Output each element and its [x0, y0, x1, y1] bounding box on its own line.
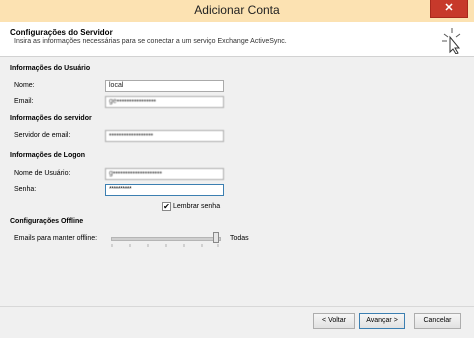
server-label: Servidor de email: — [14, 132, 71, 139]
emails-offline-label: Emails para manter offline: — [14, 235, 98, 242]
server-input[interactable]: •••••••••••••••••• — [105, 130, 224, 142]
password-label: Senha: — [14, 186, 37, 193]
logon-info-heading: Informações de Logon — [10, 152, 86, 159]
window-title: Adicionar Conta — [194, 3, 280, 17]
user-info-heading: Informações do Usuário — [10, 65, 91, 72]
password-input[interactable]: ********** — [105, 184, 224, 196]
username-label: Nome de Usuário: — [14, 170, 71, 177]
slider-ticks — [111, 244, 219, 247]
next-button[interactable]: Avançar > — [359, 313, 405, 329]
server-info-heading: Informações do servidor — [10, 115, 92, 122]
cancel-button[interactable]: Cancelar — [414, 313, 461, 329]
name-input[interactable]: local — [105, 80, 224, 92]
offline-slider-track[interactable] — [111, 237, 221, 241]
close-button[interactable]: ✕ — [430, 0, 468, 18]
header-title: Configurações do Servidor — [10, 28, 113, 37]
back-button[interactable]: < Voltar — [313, 313, 355, 329]
remember-password-label: Lembrar senha — [173, 203, 221, 210]
footer-divider — [0, 306, 474, 307]
name-label: Nome: — [14, 82, 35, 89]
header-subtitle: Insira as informações necessárias para s… — [14, 38, 287, 45]
username-input[interactable]: g•••••••••••••••••••• — [105, 168, 224, 180]
cursor-click-icon — [442, 28, 461, 54]
title-bar: Adicionar Conta ✕ — [0, 0, 474, 23]
email-label: Email: — [14, 98, 34, 105]
offline-heading: Configurações Offline — [10, 218, 84, 225]
offline-slider-thumb[interactable] — [213, 232, 219, 243]
email-input[interactable]: ge•••••••••••••••• — [105, 96, 224, 108]
remember-password-checkbox[interactable]: ✔ — [162, 202, 171, 211]
header-panel: Configurações do Servidor Insira as info… — [0, 22, 474, 57]
slider-value-label: Todas — [230, 235, 249, 242]
